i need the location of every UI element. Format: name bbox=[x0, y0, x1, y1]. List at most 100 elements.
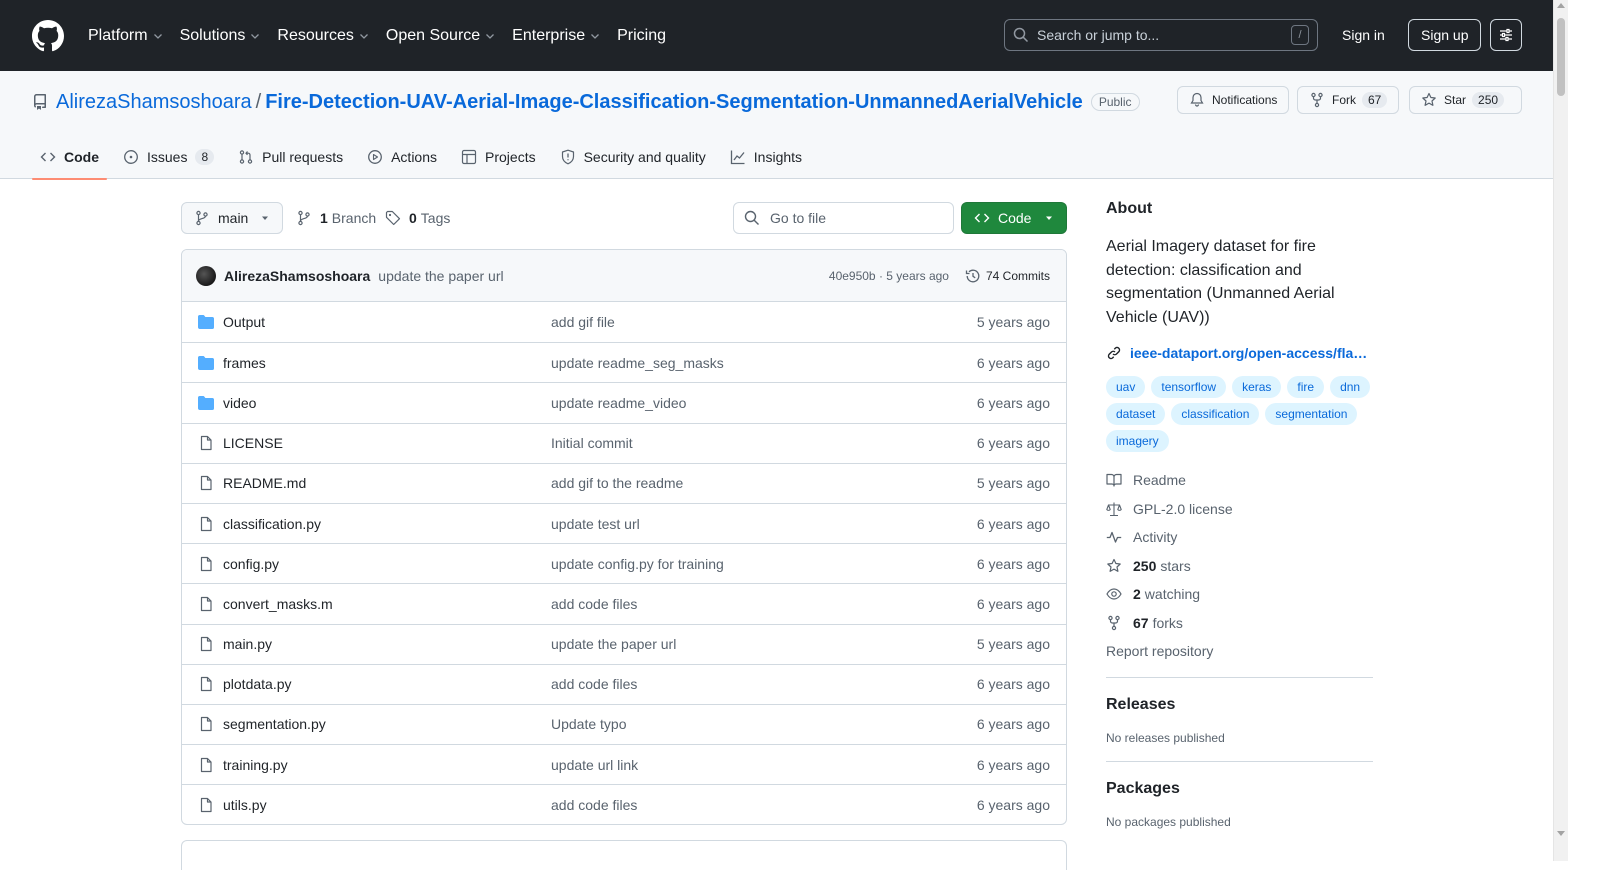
watchers-link[interactable]: 2 watching bbox=[1106, 580, 1373, 609]
topic-tag[interactable]: uav bbox=[1106, 376, 1146, 398]
file-name-link[interactable]: segmentation.py bbox=[223, 716, 551, 732]
avatar[interactable] bbox=[196, 265, 216, 286]
go-to-file-input[interactable]: Go to file bbox=[733, 202, 954, 234]
file-commit-message-link[interactable]: update config.py for training bbox=[551, 556, 977, 572]
file-name-link[interactable]: classification.py bbox=[223, 516, 551, 532]
commit-author-link[interactable]: AlirezaShamsoshoara bbox=[224, 268, 370, 284]
branches-link[interactable]: 1 Branch bbox=[296, 202, 376, 234]
notifications-button[interactable]: Notifications bbox=[1177, 86, 1290, 114]
scrollbar-thumb[interactable] bbox=[1557, 18, 1565, 96]
table-row[interactable]: training.py update url link 6 years ago bbox=[182, 744, 1066, 784]
nav-pricing[interactable]: Pricing bbox=[609, 20, 674, 52]
file-name-link[interactable]: convert_masks.m bbox=[223, 596, 551, 612]
scroll-down-arrow-icon[interactable] bbox=[1557, 831, 1565, 836]
table-row[interactable]: classification.py update test url 6 years … bbox=[182, 502, 1066, 543]
license-link[interactable]: GPL-2.0 license bbox=[1106, 495, 1373, 524]
stars-link[interactable]: 250 stars bbox=[1106, 552, 1373, 581]
table-row[interactable]: segmentation.py Update typo 6 years ago bbox=[182, 703, 1066, 744]
file-commit-message-link[interactable]: update readme_video bbox=[551, 395, 977, 411]
tab-issues[interactable]: Issues 8 bbox=[115, 135, 222, 179]
forks-link[interactable]: 67 forks bbox=[1106, 609, 1373, 638]
tab-pull-requests[interactable]: Pull requests bbox=[230, 135, 351, 179]
table-row[interactable]: video update readme_video 6 years ago bbox=[182, 382, 1066, 422]
file-commit-message-link[interactable]: update readme_seg_masks bbox=[551, 355, 977, 371]
topic-tag[interactable]: dataset bbox=[1106, 403, 1166, 425]
sign-up-button[interactable]: Sign up bbox=[1408, 19, 1482, 51]
file-commit-message-link[interactable]: add code files bbox=[551, 596, 977, 612]
table-row[interactable]: frames update readme_seg_masks 6 years ago bbox=[182, 342, 1066, 382]
code-dropdown-button[interactable]: Code bbox=[961, 202, 1067, 234]
tab-security[interactable]: Security and quality bbox=[552, 135, 714, 179]
chevron-down-icon bbox=[591, 33, 600, 39]
file-commit-message-link[interactable]: add gif file bbox=[551, 314, 977, 330]
repo-name-link[interactable]: Fire-Detection-UAV-Aerial-Image-Classifi… bbox=[265, 91, 1083, 114]
report-repository-link[interactable]: Report repository bbox=[1106, 637, 1373, 665]
repo-owner-link[interactable]: AlirezaShamsoshoara bbox=[56, 91, 252, 114]
readme-link[interactable]: Readme bbox=[1106, 466, 1373, 495]
topic-tag[interactable]: fire bbox=[1287, 376, 1325, 398]
file-commit-message-link[interactable]: update url link bbox=[551, 757, 977, 773]
nav-platform[interactable]: Platform bbox=[80, 20, 172, 52]
search-input[interactable]: Search or jump to... / bbox=[1004, 19, 1318, 51]
sign-in-link[interactable]: Sign in bbox=[1330, 19, 1397, 51]
file-commit-message-link[interactable]: update test url bbox=[551, 516, 977, 532]
file-commit-message-link[interactable]: add code files bbox=[551, 676, 977, 692]
file-name-link[interactable]: frames bbox=[223, 355, 551, 371]
file-commit-message-link[interactable]: add code files bbox=[551, 797, 977, 813]
file-name-link[interactable]: config.py bbox=[223, 556, 551, 572]
page-scrollbar[interactable] bbox=[1553, 0, 1568, 861]
commit-hash-and-time[interactable]: 40e950b · 5 years ago bbox=[829, 269, 949, 283]
nav-enterprise[interactable]: Enterprise bbox=[504, 20, 609, 52]
graph-icon bbox=[730, 150, 745, 165]
file-commit-message-link[interactable]: Initial commit bbox=[551, 435, 977, 451]
file-commit-message-link[interactable]: add gif to the readme bbox=[551, 475, 977, 491]
file-commit-message-link[interactable]: update the paper url bbox=[551, 636, 977, 652]
topic-tag[interactable]: classification bbox=[1171, 403, 1260, 425]
file-name-link[interactable]: utils.py bbox=[223, 797, 551, 813]
nav-open-source[interactable]: Open Source bbox=[378, 20, 504, 52]
scroll-up-arrow-icon[interactable] bbox=[1557, 3, 1565, 8]
tab-code[interactable]: Code bbox=[32, 135, 107, 180]
nav-solutions[interactable]: Solutions bbox=[172, 20, 270, 52]
file-name-link[interactable]: training.py bbox=[223, 757, 551, 773]
file-commit-message-link[interactable]: Update typo bbox=[551, 716, 977, 732]
file-name-link[interactable]: README.md bbox=[223, 475, 551, 491]
file-name-link[interactable]: main.py bbox=[223, 636, 551, 652]
star-button[interactable]: Star 250 bbox=[1409, 86, 1522, 114]
tab-actions[interactable]: Actions bbox=[359, 135, 445, 179]
table-row[interactable]: Output add gif file 5 years ago bbox=[182, 302, 1066, 342]
table-row[interactable]: utils.py add code files 6 years ago bbox=[182, 784, 1066, 824]
topic-tag[interactable]: tensorflow bbox=[1151, 376, 1227, 398]
nav-resources[interactable]: Resources bbox=[269, 20, 377, 52]
commit-message-link[interactable]: update the paper url bbox=[378, 268, 829, 284]
table-row[interactable]: config.py update config.py for training 6 … bbox=[182, 543, 1066, 583]
table-row[interactable]: convert_masks.m add code files 6 years ago bbox=[182, 583, 1066, 623]
table-row[interactable]: LICENSE Initial commit 6 years ago bbox=[182, 422, 1066, 463]
homepage-link[interactable]: ieee-dataport.org/open-access/fla… bbox=[1106, 345, 1373, 361]
table-row[interactable]: plotdata.py add code files 6 years ago bbox=[182, 663, 1066, 704]
tab-insights[interactable]: Insights bbox=[722, 135, 810, 179]
file-commit-date: 6 years ago bbox=[976, 354, 1050, 371]
license-label: GPL-2.0 license bbox=[1133, 500, 1233, 517]
file-name-link[interactable]: Output bbox=[223, 314, 551, 330]
topic-tag[interactable]: dnn bbox=[1330, 376, 1371, 398]
file-name-link[interactable]: plotdata.py bbox=[223, 676, 551, 692]
menu-button[interactable] bbox=[1490, 19, 1522, 51]
packages-heading[interactable]: Packages bbox=[1106, 780, 1373, 798]
github-logo-icon[interactable] bbox=[32, 19, 64, 52]
releases-heading[interactable]: Releases bbox=[1106, 696, 1373, 714]
activity-link[interactable]: Activity bbox=[1106, 523, 1373, 552]
topic-tag[interactable]: segmentation bbox=[1265, 403, 1358, 425]
commits-history-link[interactable]: 74 Commits bbox=[965, 268, 1050, 284]
table-row[interactable]: README.md add gif to the readme 5 years ag… bbox=[182, 462, 1066, 503]
topic-tag[interactable]: keras bbox=[1232, 376, 1282, 398]
tags-link[interactable]: 0 Tags bbox=[385, 202, 450, 234]
topic-tag[interactable]: imagery bbox=[1106, 430, 1169, 452]
file-name-link[interactable]: LICENSE bbox=[223, 435, 551, 451]
branch-selector-button[interactable]: main bbox=[181, 202, 283, 234]
file-name-link[interactable]: video bbox=[223, 395, 551, 411]
fork-button[interactable]: Fork 67 bbox=[1297, 86, 1400, 114]
table-row[interactable]: main.py update the paper url 5 years ago bbox=[182, 623, 1066, 664]
tab-projects[interactable]: Projects bbox=[453, 135, 544, 179]
chevron-down-icon bbox=[359, 33, 368, 39]
